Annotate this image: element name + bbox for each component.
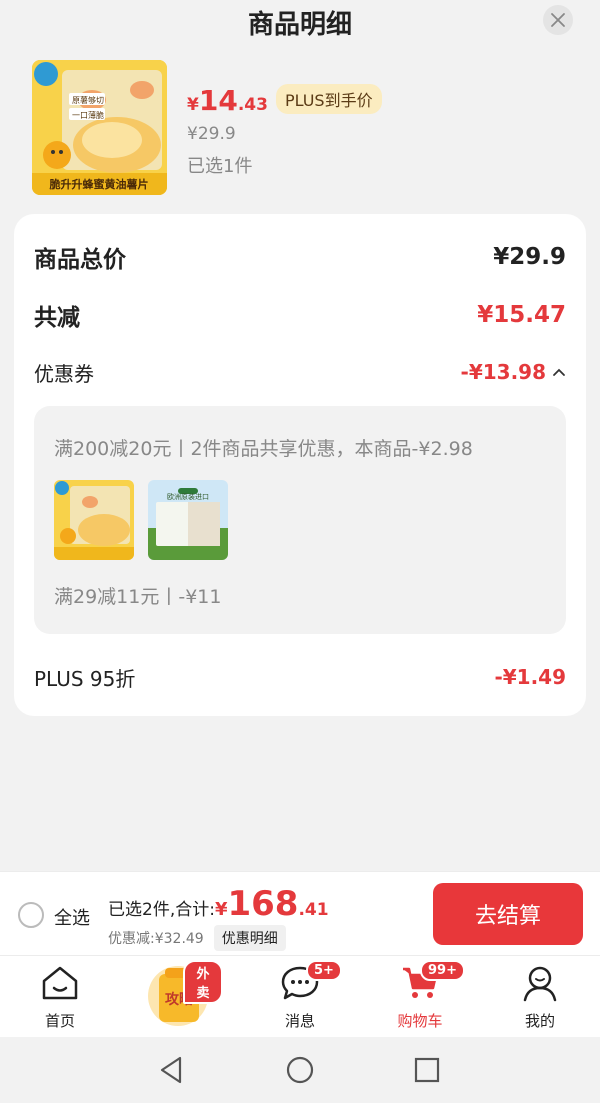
tab-home[interactable]: 首页 [15,964,105,1031]
cart-badge: 99+ [420,960,465,981]
plus-discount-value: -¥1.49 [494,665,566,689]
back-icon[interactable] [158,1055,184,1085]
price-integer: 14 [198,84,238,117]
order-total: 已选2件,合计: ¥ 168 .41 [108,884,329,924]
checkout-button[interactable]: 去结算 [433,883,583,945]
coupon-rule-2: 满29减11元丨-¥11 [54,586,222,608]
plus-price-tag: PLUS到手价 [275,84,382,114]
tab-label-messages: 消息 [284,1012,315,1030]
discount-label: 共减 [34,305,80,331]
product-thumb-milk[interactable]: 欧洲原装进口 [148,480,228,560]
total-currency: ¥ [214,899,228,920]
home-circle-icon[interactable] [285,1055,315,1085]
image-tag: 原薯够切 [72,95,104,105]
thumb-caption: 欧洲原装进口 [167,492,209,501]
home-icon [42,966,78,1000]
price-decimal: .43 [237,95,268,115]
system-navbar [0,1037,600,1103]
messages-badge: 5+ [306,960,342,981]
currency-symbol: ¥ [187,95,199,115]
coupon-value: -¥13.98 [460,360,546,384]
selected-count: 已选1件 [187,156,253,177]
close-icon [551,13,565,27]
product-image[interactable]: 原薯够切 一口薄脆 脆升升蜂蜜黄油薯片 [32,60,167,195]
coupon-detail-box: 满200减20元丨2件商品共享优惠，本商品-¥2.98 欧洲原装进口 满29减1… [34,406,566,634]
recents-icon[interactable] [414,1057,440,1083]
tab-messages[interactable]: 5+ 消息 [255,960,345,1031]
select-all-label[interactable]: 全选 [54,904,90,930]
user-icon [523,966,557,1002]
plus-discount-label: PLUS 95折 [34,666,136,691]
discount-value: ¥15.47 [477,302,566,328]
tab-label-profile: 我的 [524,1012,555,1030]
original-price: ¥29.9 [187,124,236,144]
plus-discount-row: PLUS 95折 -¥1.49 [34,662,566,692]
select-all-checkbox[interactable] [18,902,44,928]
coupon-label: 优惠券 [34,361,94,386]
tab-profile[interactable]: 我的 [495,964,585,1031]
image-tag: 一口薄脆 [72,110,104,120]
total-price-value: ¥29.9 [493,244,566,270]
coupon-rule-1: 满200减20元丨2件商品共享优惠，本商品-¥2.98 [54,438,473,460]
total-integer: 168 [227,884,299,924]
coupon-row[interactable]: 优惠券 -¥13.98 [34,357,566,387]
promo-badge: 外卖 [183,960,223,1004]
tab-cart[interactable]: 99+ 购物车 [375,960,465,1031]
coupon-product-thumbs: 欧洲原装进口 [54,480,228,560]
product-summary: 原薯够切 一口薄脆 脆升升蜂蜜黄油薯片 ¥ 14 .43 PLUS到手价 ¥29… [32,60,572,196]
discount-row: 共减 ¥15.47 [34,298,566,332]
selected-total-label: 已选2件,合计: [108,900,215,920]
total-decimal: .41 [298,900,329,920]
tab-label-home: 首页 [44,1012,75,1030]
plus-price: ¥ 14 .43 PLUS到手价 [187,84,382,118]
checkout-bar: 全选 已选2件,合计: ¥ 168 .41 优惠减:¥32.49 优惠明细 去结… [0,871,600,955]
price-detail-card: 商品总价 ¥29.9 共减 ¥15.47 优惠券 -¥13.98 满200减20… [14,214,586,716]
total-price-label: 商品总价 [34,247,126,273]
tab-label-cart: 购物车 [397,1012,443,1030]
image-caption: 脆升升蜂蜜黄油薯片 [49,177,149,191]
close-button[interactable] [543,5,573,35]
bottom-tabbar: 首页 攻略 外卖 5+ 消息 99+ 购物车 我的 [0,955,600,1037]
discount-detail-button[interactable]: 优惠明细 [213,925,286,951]
total-price-row: 商品总价 ¥29.9 [34,240,566,274]
chevron-up-icon[interactable] [552,367,566,377]
product-thumb-chips[interactable] [54,480,134,560]
saved-amount: 优惠减:¥32.49 [108,931,204,947]
page-title: 商品明细 [247,10,352,40]
header: 商品明细 [0,0,600,44]
tab-promo[interactable]: 攻略 外卖 [133,956,223,1032]
